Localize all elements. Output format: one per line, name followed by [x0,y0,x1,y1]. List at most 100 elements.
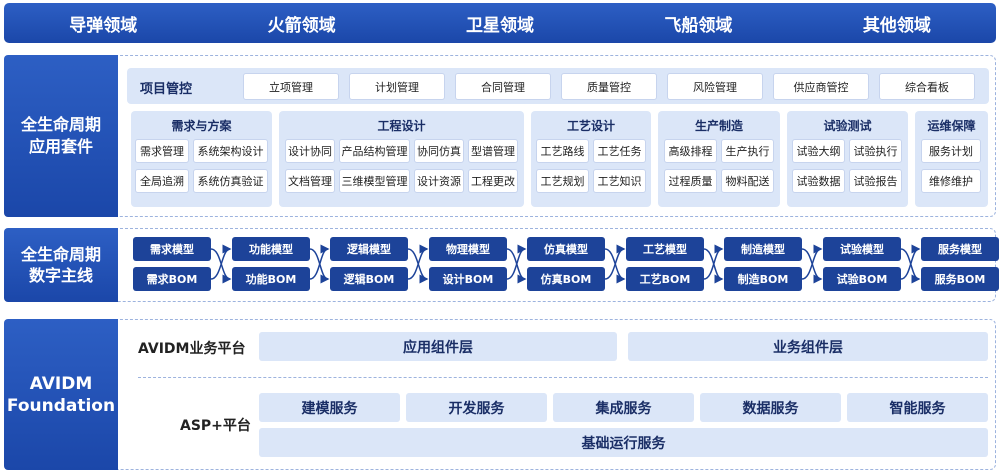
item-dashboard[interactable]: 综合看板 [879,73,975,100]
item-project-initiation[interactable]: 立项管理 [243,73,339,100]
item-global-trace[interactable]: 全局追溯 [135,169,189,193]
project-control-items: 立项管理 计划管理 合同管理 质量管控 风险管理 供应商管控 综合看板 [243,73,975,100]
thread-bom-node[interactable]: 仿真BOM [527,267,605,291]
item-supplier-control[interactable]: 供应商管控 [773,73,869,100]
item-process-task[interactable]: 工艺任务 [593,139,646,163]
group-manufacturing-title: 生产制造 [694,119,743,133]
group-requirements: 需求与方案 需求管理 系统架构设计 全局追溯 系统仿真验证 [131,111,272,207]
domain-rocket: 火箭领域 [267,15,336,36]
group-manufacturing: 生产制造 高级排程 生产执行 过程质量 物料配送 [658,111,780,207]
item-plan-management[interactable]: 计划管理 [349,73,445,100]
ai-service[interactable]: 智能服务 [847,393,988,422]
data-service[interactable]: 数据服务 [700,393,841,422]
group-operations-title: 运维保障 [927,119,976,133]
thread-bom-node[interactable]: 制造BOM [724,267,802,291]
thread-title: 全生命周期 数字主线 [4,228,118,302]
group-process: 工艺设计 工艺路线 工艺任务 工艺规划 工艺知识 [531,111,651,207]
item-process-knowledge[interactable]: 工艺知识 [593,169,646,193]
group-requirements-title: 需求与方案 [171,119,232,133]
item-system-sim-verify[interactable]: 系统仿真验证 [193,169,268,193]
domain-bar: 导弹领域 火箭领域 卫星领域 飞船领域 其他领域 [4,3,996,43]
item-service-plan[interactable]: 服务计划 [921,139,981,163]
thread-bom-node[interactable]: 试验BOM [823,267,901,291]
item-process-route[interactable]: 工艺路线 [536,139,589,163]
item-collab-sim[interactable]: 协同仿真 [414,139,464,163]
item-design-resource[interactable]: 设计资源 [414,169,464,193]
thread-connector-arrow [801,244,823,280]
group-operations: 运维保障 服务计划 维修维护 [915,111,988,207]
domain-other: 其他领域 [862,15,931,36]
thread-model-node[interactable]: 制造模型 [724,237,802,261]
base-runtime-service[interactable]: 基础运行服务 [259,428,988,457]
thread-connector-arrow [604,244,626,280]
business-platform-label: AVIDM业务平台 [138,341,246,357]
thread-connector-arrow [309,244,330,280]
thread-model-node[interactable]: 仿真模型 [527,237,605,261]
thread-model-node[interactable]: 物理模型 [429,237,507,261]
foundation-title-line2: Foundation [6,395,116,416]
item-test-exec[interactable]: 试验执行 [849,139,902,163]
item-quality-control[interactable]: 质量管控 [561,73,657,100]
platform-divider [138,377,988,378]
thread-model-node[interactable]: 服务模型 [921,237,999,261]
item-test-report[interactable]: 试验报告 [849,169,902,193]
thread-connector-arrow [703,244,724,280]
item-design-collab[interactable]: 设计协同 [285,139,335,163]
foundation-title: AVIDM Foundation [4,319,118,470]
thread-bom-node[interactable]: 逻辑BOM [330,267,408,291]
thread-bom-node[interactable]: 需求BOM [133,267,211,291]
item-test-outline[interactable]: 试验大纲 [792,139,845,163]
item-process-planning[interactable]: 工艺规划 [536,169,589,193]
thread-title-line1: 全生命周期 [20,245,101,264]
thread-model-node[interactable]: 逻辑模型 [330,237,408,261]
item-risk-management[interactable]: 风险管理 [667,73,763,100]
domain-missile: 导弹领域 [69,15,138,36]
group-process-title: 工艺设计 [566,119,615,133]
business-component-layer[interactable]: 业务组件层 [628,332,988,361]
asp-platform-label: ASP+平台 [180,418,251,434]
item-system-architecture[interactable]: 系统架构设计 [193,139,268,163]
suite-title-line1: 全生命周期 [20,115,101,134]
item-advanced-scheduling[interactable]: 高级排程 [664,139,717,163]
item-3d-model[interactable]: 三维模型管理 [339,169,410,193]
suite-title: 全生命周期 应用套件 [4,55,118,217]
thread-model-node[interactable]: 需求模型 [133,237,211,261]
suite-title-line2: 应用套件 [28,137,93,156]
thread-model-node[interactable]: 功能模型 [232,237,310,261]
item-test-data[interactable]: 试验数据 [792,169,845,193]
item-material-delivery[interactable]: 物料配送 [721,169,774,193]
thread-connector-arrow [900,244,921,280]
foundation-title-line1: AVIDM [29,373,93,394]
thread-connector-arrow [407,244,429,280]
thread-bom-node[interactable]: 功能BOM [232,267,310,291]
thread-bom-node[interactable]: 设计BOM [429,267,507,291]
thread-title-line2: 数字主线 [28,266,93,285]
item-doc-management[interactable]: 文档管理 [285,169,335,193]
item-contract-management[interactable]: 合同管理 [455,73,551,100]
domain-spacecraft: 飞船领域 [664,15,733,36]
item-production-exec[interactable]: 生产执行 [721,139,774,163]
group-testing: 试验测试 试验大纲 试验执行 试验数据 试验报告 [787,111,908,207]
thread-bom-node[interactable]: 工艺BOM [626,267,704,291]
group-engineering-title: 工程设计 [377,119,426,133]
dev-service[interactable]: 开发服务 [406,393,547,422]
item-model-spectrum[interactable]: 型谱管理 [468,139,518,163]
item-process-quality[interactable]: 过程质量 [664,169,717,193]
project-control-title: 项目管控 [140,82,193,97]
app-component-layer[interactable]: 应用组件层 [259,332,617,361]
item-product-structure[interactable]: 产品结构管理 [339,139,410,163]
item-eng-change[interactable]: 工程更改 [468,169,518,193]
thread-model-node[interactable]: 试验模型 [823,237,901,261]
thread-connector-arrow [506,244,527,280]
group-engineering: 工程设计 设计协同 产品结构管理 协同仿真 型谱管理 文档管理 三维模型管理 设… [279,111,524,207]
modeling-service[interactable]: 建模服务 [259,393,400,422]
integration-service[interactable]: 集成服务 [553,393,694,422]
thread-bom-node[interactable]: 服务BOM [921,267,999,291]
item-req-management[interactable]: 需求管理 [135,139,189,163]
thread-connector-arrow [210,244,232,280]
item-maintenance[interactable]: 维修维护 [921,169,981,193]
domain-satellite: 卫星领域 [466,15,535,36]
asp-services: 建模服务 开发服务 集成服务 数据服务 智能服务 [259,393,988,422]
group-testing-title: 试验测试 [823,119,872,133]
thread-model-node[interactable]: 工艺模型 [626,237,704,261]
